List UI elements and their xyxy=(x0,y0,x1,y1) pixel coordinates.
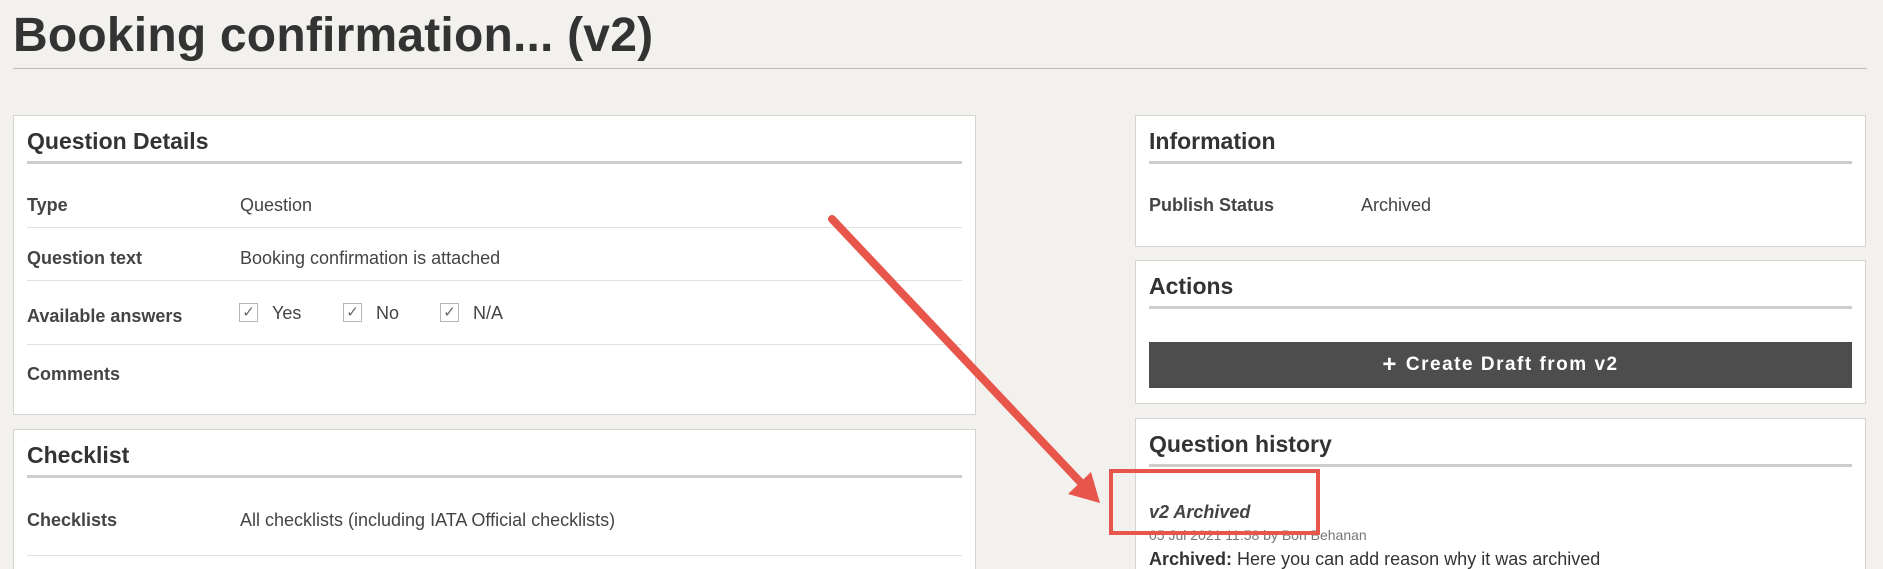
panel-divider xyxy=(1149,306,1852,309)
comments-label: Comments xyxy=(27,364,121,384)
publish-status-value: Archived xyxy=(1361,195,1432,215)
type-value: Question xyxy=(240,195,313,215)
history-entry-reason: Archived: Here you can add reason why it… xyxy=(1149,549,1600,569)
question-details-panel: Question Details Type Question Question … xyxy=(13,115,976,415)
title-divider xyxy=(13,68,1867,69)
question-details-title: Question Details xyxy=(27,128,209,154)
answer-na-label: N/A xyxy=(473,303,504,323)
answer-no-label: No xyxy=(376,303,400,323)
history-reason-text: Here you can add reason why it was archi… xyxy=(1237,549,1601,569)
history-entry-version[interactable]: v2 Archived xyxy=(1149,502,1250,523)
available-answers-label: Available answers xyxy=(27,306,183,326)
page-title: Booking confirmation... (v2) xyxy=(13,9,654,62)
checklist-panel: Checklist Checklists All checklists (inc… xyxy=(13,429,976,569)
create-draft-button[interactable]: + Create Draft from v2 xyxy=(1149,342,1852,388)
row-divider xyxy=(27,227,962,228)
checklist-title: Checklist xyxy=(27,442,130,468)
actions-panel: Actions + Create Draft from v2 xyxy=(1135,260,1866,404)
information-panel: Information Publish Status Archived xyxy=(1135,115,1866,247)
question-text-label: Question text xyxy=(27,248,143,268)
question-history-panel: Question history v2 Archived 05 Jul 2021… xyxy=(1135,418,1866,569)
row-divider xyxy=(27,344,962,345)
question-history-title: Question history xyxy=(1149,431,1332,457)
panel-divider xyxy=(1149,161,1852,164)
row-divider xyxy=(27,280,962,281)
answer-yes-checkbox: ✓ xyxy=(239,303,258,322)
history-entry-meta: 05 Jul 2021 11:58 by Bon Behanan xyxy=(1149,527,1367,543)
panel-divider xyxy=(27,475,962,478)
checklists-value: All checklists (including IATA Official … xyxy=(240,510,616,530)
create-draft-label: Create Draft from v2 xyxy=(1405,354,1619,375)
publish-status-label: Publish Status xyxy=(1149,195,1275,215)
answer-no-checkbox: ✓ xyxy=(343,303,362,322)
type-label: Type xyxy=(27,195,68,215)
plus-icon: + xyxy=(1382,351,1398,378)
information-title: Information xyxy=(1149,128,1276,154)
panel-divider xyxy=(1149,464,1852,467)
history-reason-label: Archived: xyxy=(1149,549,1233,569)
annotation-arrowhead xyxy=(1068,472,1100,503)
checklists-label: Checklists xyxy=(27,510,118,530)
actions-title: Actions xyxy=(1149,273,1234,299)
question-text-value: Booking confirmation is attached xyxy=(240,248,501,268)
row-divider xyxy=(27,555,962,556)
panel-divider xyxy=(27,161,962,164)
answer-yes-label: Yes xyxy=(272,303,302,323)
answer-na-checkbox: ✓ xyxy=(440,303,459,322)
